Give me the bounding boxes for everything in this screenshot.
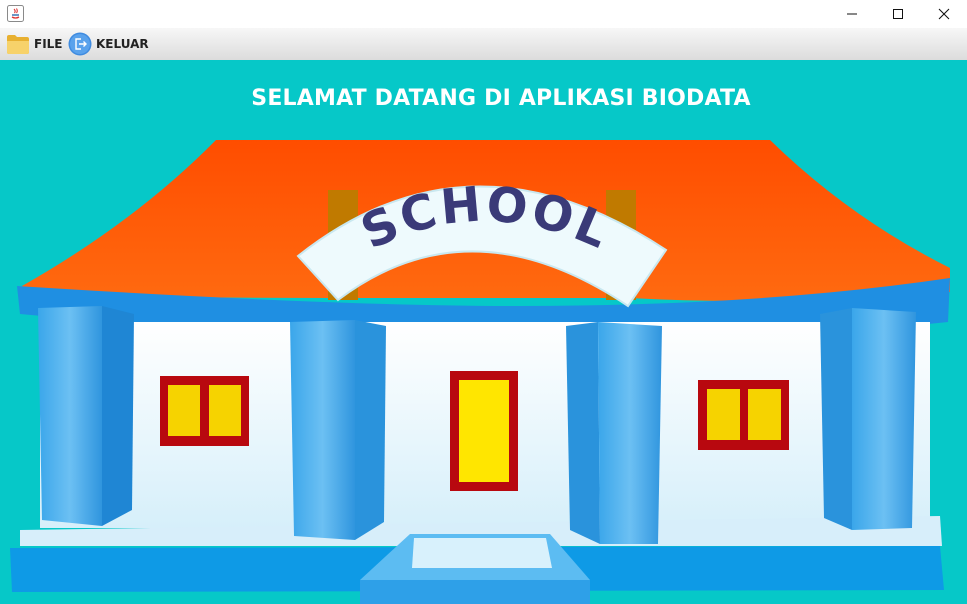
menu-file[interactable]: FILE — [6, 30, 63, 58]
app-window: FILE KELUAR SELAMAT DATANG DI APLIKASI B… — [0, 0, 967, 604]
java-app-icon — [7, 5, 24, 22]
close-icon — [938, 8, 950, 20]
exit-icon — [68, 32, 92, 56]
close-button[interactable] — [921, 0, 967, 28]
maximize-icon — [893, 9, 903, 19]
main-panel: SELAMAT DATANG DI APLIKASI BIODATA SCHOO… — [0, 60, 967, 604]
school-sign-text: SCHOOL — [353, 176, 619, 260]
minimize-button[interactable] — [829, 0, 875, 28]
title-bar — [0, 0, 967, 28]
school-sign: SCHOOL — [353, 176, 619, 260]
minimize-icon — [847, 13, 857, 15]
menu-file-label: FILE — [34, 37, 63, 51]
menu-keluar[interactable]: KELUAR — [68, 30, 149, 58]
maximize-button[interactable] — [875, 0, 921, 28]
folder-icon — [7, 35, 29, 54]
menu-keluar-label: KELUAR — [96, 37, 149, 51]
menu-bar: FILE KELUAR — [0, 28, 967, 60]
